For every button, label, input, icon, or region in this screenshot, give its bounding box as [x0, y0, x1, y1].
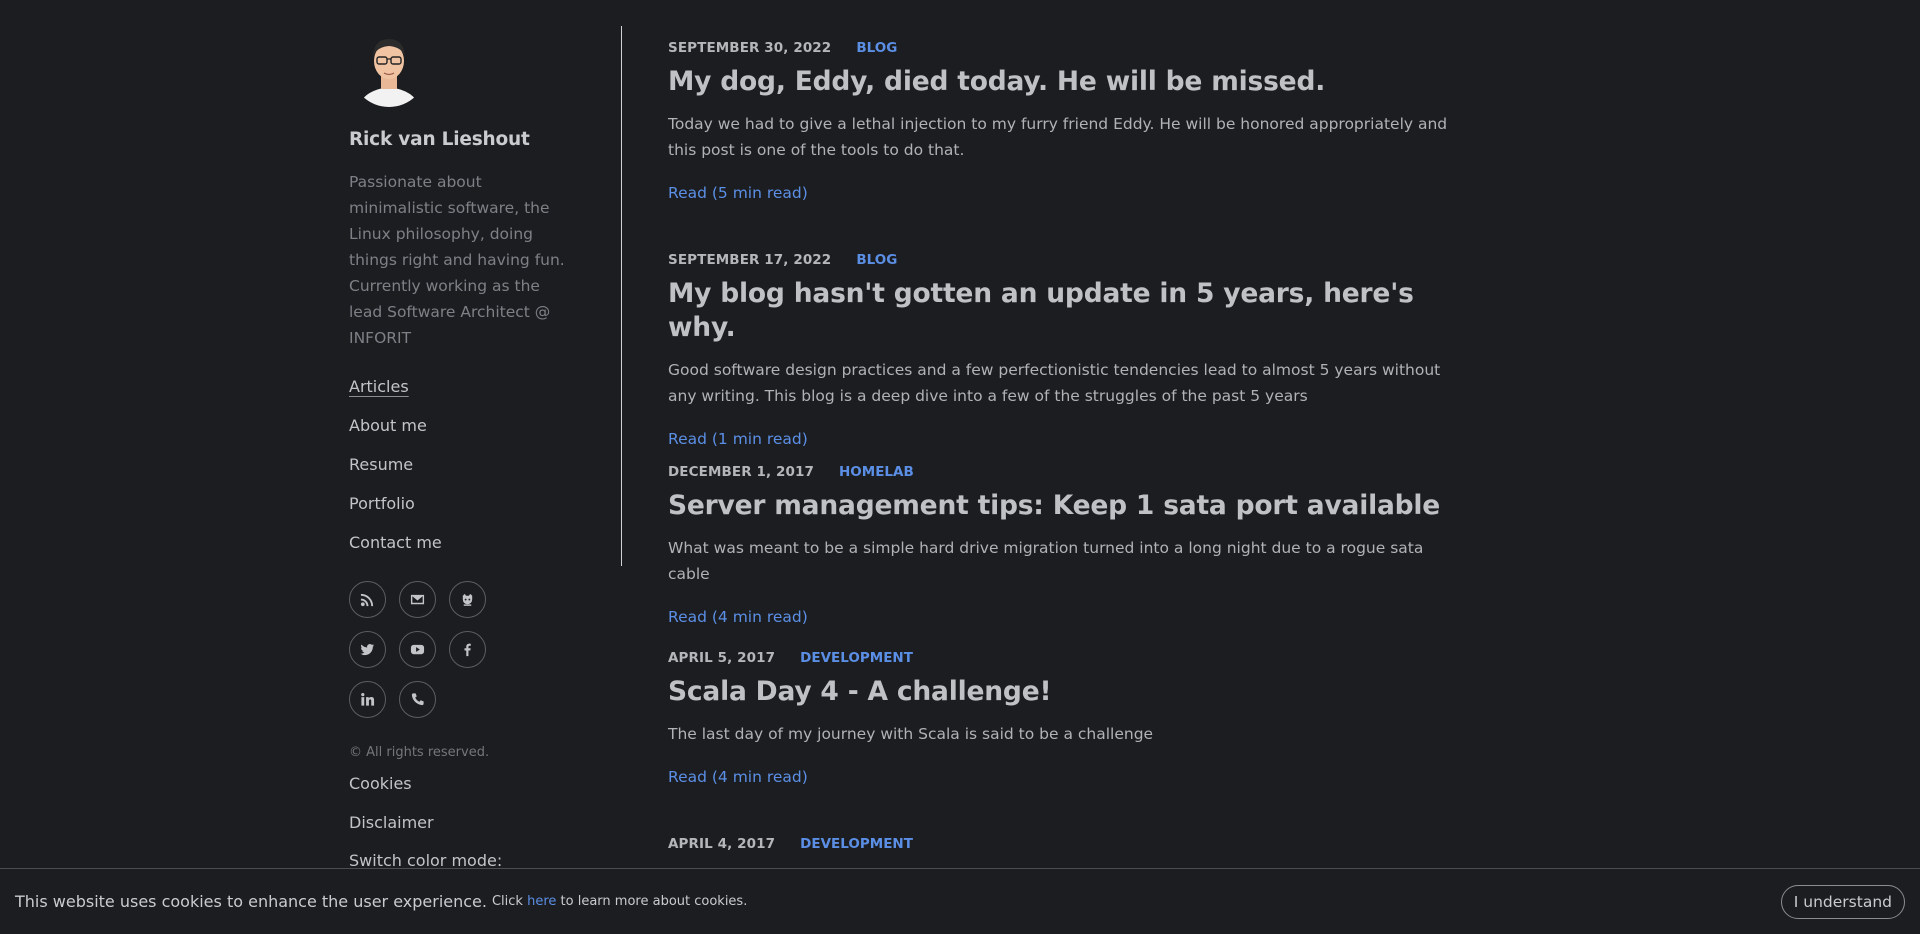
main-nav: Articles About me Resume Portfolio Conta… — [349, 376, 579, 571]
article-title[interactable]: Scala Day 4 - A challenge! — [668, 675, 1458, 709]
article-meta: APRIL 4, 2017 DEVELOPMENT — [668, 836, 1458, 852]
nav-portfolio[interactable]: Portfolio — [349, 493, 579, 532]
cookie-click-text: Click — [491, 894, 523, 909]
article-date: APRIL 4, 2017 — [668, 836, 776, 852]
article-item: DECEMBER 1, 2017 HOMELAB Server manageme… — [668, 464, 1458, 650]
author-name: Rick van Lieshout — [349, 129, 530, 150]
cookie-accept-button[interactable]: I understand — [1780, 885, 1905, 919]
nav-resume[interactable]: Resume — [349, 454, 579, 493]
rss-icon — [360, 593, 374, 607]
article-meta: DECEMBER 1, 2017 HOMELAB — [668, 464, 1458, 480]
article-item: APRIL 5, 2017 DEVELOPMENT Scala Day 4 - … — [668, 650, 1458, 836]
read-more-link[interactable]: Read (4 min read) — [668, 606, 1458, 628]
article-excerpt: The last day of my journey with Scala is… — [668, 725, 1154, 743]
email-link[interactable] — [399, 581, 436, 618]
linkedin-icon — [361, 693, 375, 706]
cookies-link[interactable]: Cookies — [349, 773, 579, 812]
article-tag[interactable]: HOMELAB — [839, 464, 914, 480]
article-tag[interactable]: BLOG — [856, 252, 897, 268]
article-tag[interactable]: DEVELOPMENT — [800, 650, 913, 666]
article-date: SEPTEMBER 17, 2022 — [668, 252, 832, 268]
youtube-link[interactable] — [399, 631, 436, 668]
article-tag[interactable]: DEVELOPMENT — [800, 836, 913, 852]
cookie-banner: This website uses cookies to enhance the… — [0, 868, 1920, 934]
rss-link[interactable] — [349, 581, 386, 618]
email-icon — [410, 594, 425, 605]
cookie-here-link[interactable]: here — [527, 894, 556, 909]
cookie-message: This website uses cookies to enhance the… — [15, 892, 487, 911]
sidebar-divider — [621, 26, 622, 566]
avatar[interactable] — [350, 27, 428, 111]
article-date: DECEMBER 1, 2017 — [668, 464, 814, 480]
article-date: APRIL 5, 2017 — [668, 650, 776, 666]
article-item: SEPTEMBER 30, 2022 BLOG My dog, Eddy, di… — [668, 40, 1458, 252]
phone-link[interactable] — [399, 681, 436, 718]
author-bio: Passionate about minimalistic software, … — [349, 173, 565, 347]
facebook-icon — [464, 643, 471, 657]
article-excerpt: Good software design practices and a few… — [668, 361, 1441, 405]
nav-about-me[interactable]: About me — [349, 415, 579, 454]
linkedin-link[interactable] — [349, 681, 386, 718]
twitter-link[interactable] — [349, 631, 386, 668]
phone-icon — [411, 693, 424, 706]
youtube-icon — [410, 644, 425, 655]
cookie-learn-more: Click here to learn more about cookies. — [492, 894, 747, 909]
article-excerpt: Today we had to give a lethal injection … — [668, 115, 1448, 159]
article-meta: SEPTEMBER 30, 2022 BLOG — [668, 40, 1458, 56]
page: Rick van Lieshout Passionate about minim… — [0, 0, 1920, 934]
sidebar: Rick van Lieshout Passionate about minim… — [349, 27, 579, 898]
article-item: APRIL 4, 2017 DEVELOPMENT — [668, 836, 1458, 852]
twitter-icon — [360, 644, 375, 656]
article-item: SEPTEMBER 17, 2022 BLOG My blog hasn't g… — [668, 252, 1458, 464]
article-title[interactable]: My blog hasn't gotten an update in 5 yea… — [668, 277, 1458, 345]
article-list: SEPTEMBER 30, 2022 BLOG My dog, Eddy, di… — [668, 40, 1458, 852]
article-meta: SEPTEMBER 17, 2022 BLOG — [668, 252, 1458, 268]
facebook-link[interactable] — [449, 631, 486, 668]
read-more-link[interactable]: Read (5 min read) — [668, 182, 1458, 204]
nav-articles[interactable]: Articles — [349, 376, 579, 415]
footer-links: Cookies Disclaimer — [349, 773, 579, 851]
article-date: SEPTEMBER 30, 2022 — [668, 40, 832, 56]
disclaimer-link[interactable]: Disclaimer — [349, 812, 579, 851]
article-title[interactable]: My dog, Eddy, died today. He will be mis… — [668, 65, 1458, 99]
article-title[interactable]: Server management tips: Keep 1 sata port… — [668, 489, 1458, 523]
github-icon — [462, 593, 473, 606]
nav-contact-me[interactable]: Contact me — [349, 532, 579, 571]
article-tag[interactable]: BLOG — [856, 40, 897, 56]
cookie-learn-text: to learn more about cookies. — [560, 894, 748, 909]
read-more-link[interactable]: Read (1 min read) — [668, 428, 1458, 450]
article-excerpt: What was meant to be a simple hard drive… — [668, 539, 1424, 583]
read-more-link[interactable]: Read (4 min read) — [668, 766, 1458, 788]
github-link[interactable] — [449, 581, 486, 618]
social-links — [349, 581, 579, 718]
article-meta: APRIL 5, 2017 DEVELOPMENT — [668, 650, 1458, 666]
copyright: © All rights reserved. — [349, 745, 490, 760]
